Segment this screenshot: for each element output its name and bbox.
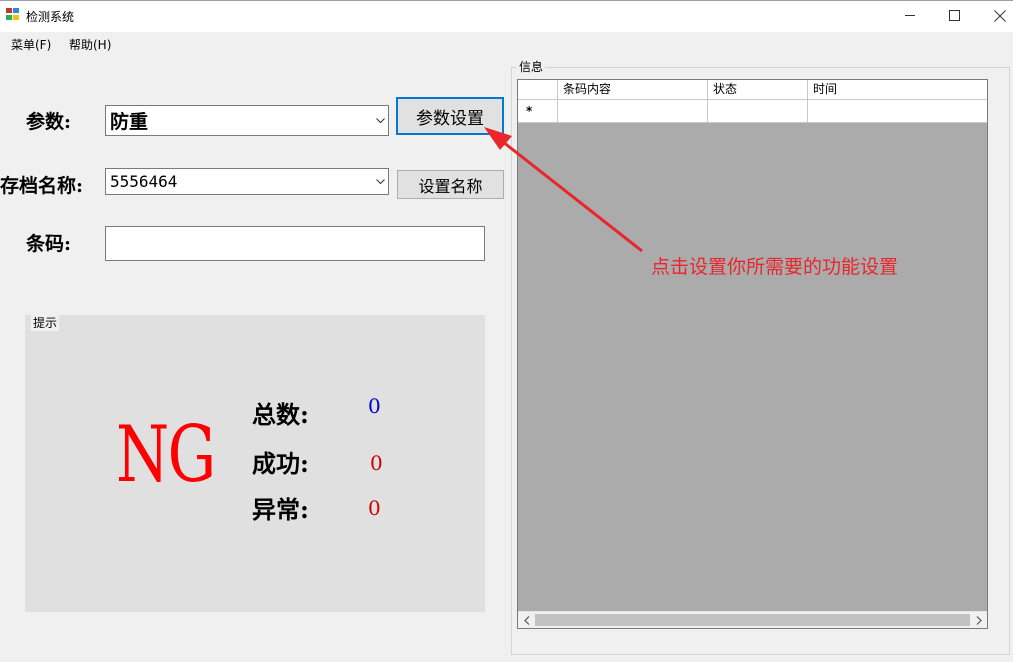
maximize-button[interactable] xyxy=(931,0,977,31)
column-header-barcode[interactable]: 条码内容 xyxy=(558,80,708,99)
maximize-icon xyxy=(948,10,960,21)
barcode-label: 条码: xyxy=(26,233,72,255)
total-label: 总数: xyxy=(252,400,309,429)
chevron-down-icon[interactable] xyxy=(372,106,388,135)
row-header-corner[interactable] xyxy=(518,80,558,99)
minimize-icon xyxy=(904,15,915,16)
annotation-arrow-icon xyxy=(484,127,643,253)
param-combobox-value: 防重 xyxy=(110,111,149,133)
param-combobox[interactable]: 防重 xyxy=(105,105,389,136)
chevron-down-icon[interactable] xyxy=(372,169,388,194)
success-value: 0 xyxy=(370,451,383,475)
hint-group-legend: 提示 xyxy=(31,314,60,331)
app-icon xyxy=(6,8,20,21)
menu-bar xyxy=(0,32,1013,54)
total-value: 0 xyxy=(368,394,381,418)
scroll-right-icon[interactable] xyxy=(970,612,987,629)
barcode-input[interactable] xyxy=(105,226,485,261)
title-bar xyxy=(0,0,1013,32)
param-label: 参数: xyxy=(26,111,72,133)
success-label: 成功: xyxy=(252,449,309,478)
error-value: 0 xyxy=(368,496,381,520)
column-header-time[interactable]: 时间 xyxy=(808,80,987,99)
column-header-status[interactable]: 状态 xyxy=(708,80,808,99)
minimize-button[interactable] xyxy=(887,0,933,31)
error-label: 异常: xyxy=(252,495,309,524)
close-button[interactable] xyxy=(977,0,1013,31)
menu-item-menu[interactable]: 菜单(F) xyxy=(11,36,51,53)
archive-name-label: 存档名称: xyxy=(0,175,84,197)
grid-header: 条码内容 状态 时间 xyxy=(518,80,987,100)
window-title: 检测系统 xyxy=(26,10,75,24)
cell-status[interactable] xyxy=(708,100,808,122)
archive-name-combobox[interactable]: 5556464 xyxy=(105,168,389,195)
close-icon xyxy=(994,9,1006,22)
info-group-legend: 信息 xyxy=(517,58,546,75)
cell-time[interactable] xyxy=(808,100,987,122)
horizontal-scrollbar[interactable] xyxy=(518,611,987,628)
menu-item-help[interactable]: 帮助(H) xyxy=(69,36,111,53)
scroll-left-icon[interactable] xyxy=(518,612,535,629)
scrollbar-thumb[interactable] xyxy=(535,614,970,626)
result-status: NG xyxy=(116,410,216,500)
archive-name-value: 5556464 xyxy=(110,172,178,191)
annotation-text: 点击设置你所需要的功能设置 xyxy=(651,256,899,278)
